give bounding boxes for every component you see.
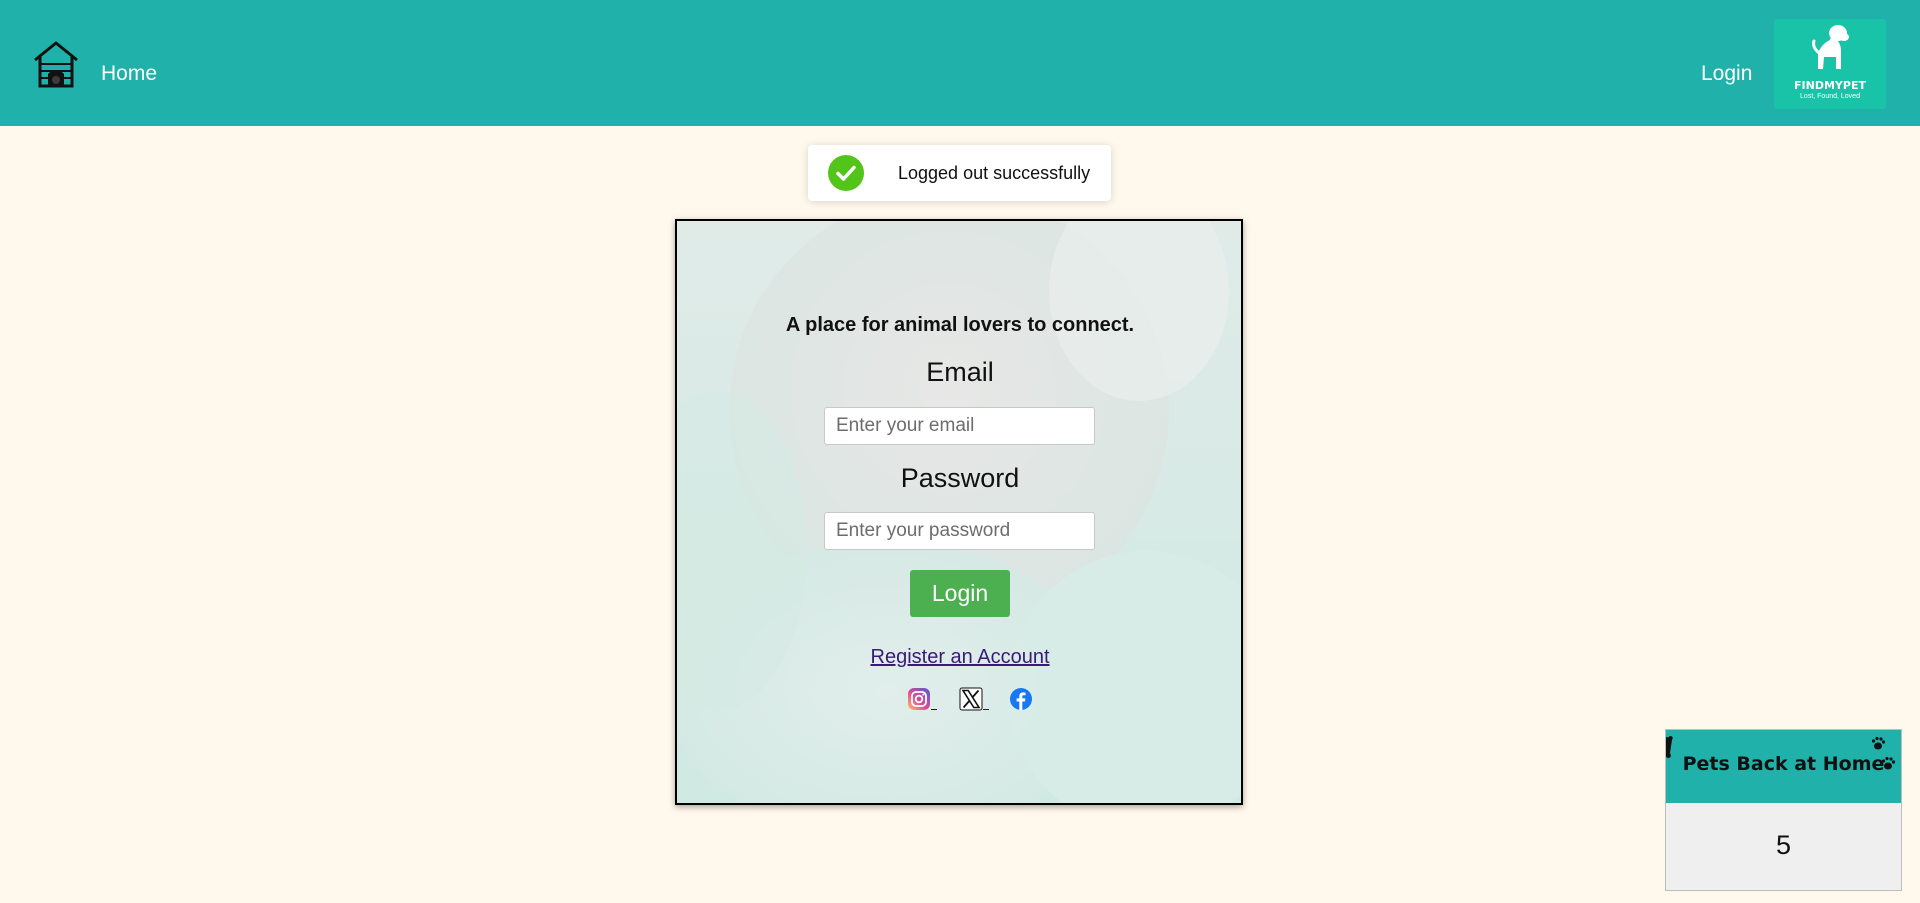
register-link-row: Register an Account [0, 646, 1920, 669]
password-input[interactable] [824, 512, 1095, 550]
facebook-icon [1010, 688, 1032, 710]
nav-home-link[interactable]: Home [101, 62, 157, 86]
logout-toast: Logged out successfully [808, 145, 1111, 201]
email-label: Email [926, 357, 994, 387]
dog-house-icon[interactable] [32, 40, 80, 90]
check-circle-icon [828, 155, 864, 191]
pets-back-home-widget: Pets Back at Home 5 [1665, 729, 1902, 891]
x-icon [959, 687, 983, 711]
dog-silhouette-icon [1812, 25, 1849, 69]
counter-value: 5 [1775, 830, 1792, 860]
facebook-link[interactable] [1009, 686, 1033, 712]
x-link[interactable] [959, 686, 989, 712]
paw-prints-icon [1871, 736, 1896, 770]
navbar: Home Login FINDMYPET Lost, Found, Loved [0, 0, 1920, 126]
password-label: Password [900, 463, 1020, 493]
logo-name: FINDMYPET [1794, 79, 1866, 92]
counter-title: Pets Back at Home [1682, 753, 1885, 775]
register-account-link[interactable]: Register an Account [871, 646, 1050, 668]
email-input[interactable] [824, 407, 1095, 445]
counter-header: Pets Back at Home [1666, 730, 1901, 803]
findmypet-logo[interactable]: FINDMYPET Lost, Found, Loved [1774, 19, 1886, 109]
logo-tagline: Lost, Found, Loved [1800, 93, 1860, 100]
instagram-link[interactable] [907, 686, 937, 712]
login-button[interactable]: Login [910, 570, 1010, 617]
nav-login-link[interactable]: Login [1701, 62, 1752, 86]
toast-message: Logged out successfully [898, 163, 1091, 183]
login-tagline: A place for animal lovers to connect. [785, 314, 1135, 336]
instagram-icon [908, 688, 930, 710]
